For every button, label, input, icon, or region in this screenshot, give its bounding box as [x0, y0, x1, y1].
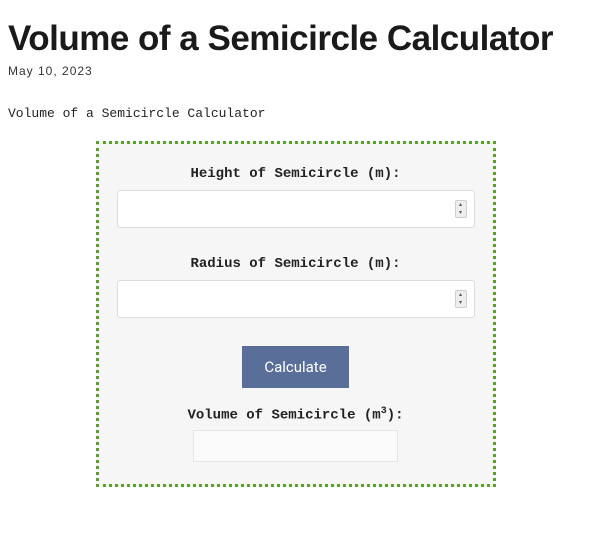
height-input[interactable] — [117, 190, 475, 228]
page-title: Volume of a Semicircle Calculator — [8, 18, 583, 60]
radius-input[interactable] — [117, 280, 475, 318]
radius-input-wrap: ▴▾ — [117, 280, 475, 318]
radius-field-group: Radius of Semicircle (m): ▴▾ — [117, 256, 475, 318]
calculator-card: Height of Semicircle (m): ▴▾ Radius of S… — [96, 141, 496, 487]
result-group: Volume of Semicircle (m3): — [117, 406, 475, 462]
result-label: Volume of Semicircle (m3): — [117, 406, 475, 424]
height-input-wrap: ▴▾ — [117, 190, 475, 228]
calculate-button[interactable]: Calculate — [242, 346, 348, 388]
publish-date: May 10, 2023 — [8, 64, 583, 78]
result-label-prefix: Volume of Semicircle (m — [187, 408, 380, 424]
radius-label: Radius of Semicircle (m): — [117, 256, 475, 272]
result-output — [193, 430, 398, 462]
height-label: Height of Semicircle (m): — [117, 166, 475, 182]
height-field-group: Height of Semicircle (m): ▴▾ — [117, 166, 475, 228]
calculator-subtitle: Volume of a Semicircle Calculator — [8, 106, 583, 121]
result-label-suffix: ): — [387, 408, 404, 424]
